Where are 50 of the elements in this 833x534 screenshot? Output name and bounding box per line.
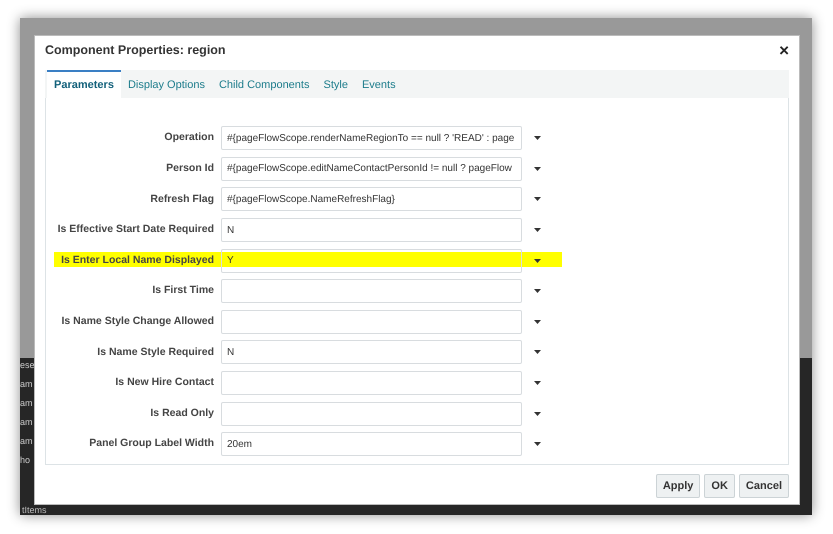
field-label: Panel Group Label Width bbox=[88, 436, 214, 452]
input-field[interactable]: #{pageFlowScope.editNameContactPersonId != null ? pageFlow bbox=[221, 156, 522, 181]
dialog-title: Component Properties: region bbox=[45, 42, 226, 59]
input-field[interactable]: #{pageFlowScope.NameRefreshFlag} bbox=[221, 187, 522, 212]
tab[interactable]: Events bbox=[354, 70, 403, 98]
background-text: am bbox=[20, 436, 34, 446]
field-label: Is Enter Local Name Displayed bbox=[60, 252, 214, 268]
close-button[interactable]: × bbox=[779, 42, 789, 58]
dropdown-caret-icon[interactable] bbox=[534, 258, 541, 263]
dialog-button[interactable]: Apply bbox=[656, 474, 700, 498]
input-field[interactable]: N bbox=[221, 218, 522, 242]
dialog-button[interactable]: Cancel bbox=[738, 474, 789, 498]
input-field[interactable] bbox=[221, 371, 522, 396]
dropdown-caret-icon[interactable] bbox=[534, 442, 541, 446]
dropdown-caret-icon[interactable] bbox=[534, 197, 541, 202]
background-text: ho bbox=[20, 455, 32, 465]
tab[interactable]: Style bbox=[316, 70, 355, 98]
input-field[interactable]: #{pageFlowScope.renderNameRegionTo == null ? 'READ' : page bbox=[221, 126, 522, 150]
dropdown-caret-icon[interactable] bbox=[534, 320, 541, 324]
input-field[interactable] bbox=[221, 310, 522, 334]
input-field[interactable]: N bbox=[221, 340, 522, 364]
field-label: Is New Hire Contact bbox=[114, 375, 214, 390]
field-label: Person Id bbox=[165, 161, 214, 176]
background-text: am bbox=[20, 398, 34, 408]
field-label: Is Name Style Required bbox=[96, 344, 214, 360]
background-text: tItems bbox=[22, 505, 47, 515]
tab[interactable]: Child Components bbox=[212, 70, 316, 98]
background-text: ese bbox=[20, 360, 34, 370]
dropdown-caret-icon[interactable] bbox=[534, 350, 541, 354]
dropdown-caret-icon[interactable] bbox=[534, 166, 541, 171]
field-label: Is Effective Start Date Required bbox=[56, 222, 214, 238]
input-field[interactable]: 20em bbox=[221, 432, 522, 456]
tab[interactable]: Display Options bbox=[120, 70, 212, 98]
input-field[interactable] bbox=[221, 279, 522, 304]
dropdown-caret-icon[interactable] bbox=[534, 381, 541, 386]
field-label: Is Name Style Change Allowed bbox=[60, 314, 214, 329]
dropdown-caret-icon[interactable] bbox=[534, 136, 541, 140]
dropdown-caret-icon[interactable] bbox=[534, 228, 541, 232]
dropdown-caret-icon[interactable] bbox=[534, 412, 541, 416]
dialog-button[interactable]: OK bbox=[704, 474, 735, 498]
field-label: Refresh Flag bbox=[149, 192, 214, 207]
input-field[interactable]: Y bbox=[221, 248, 522, 273]
input-field[interactable] bbox=[221, 402, 522, 426]
field-label: Is Read Only bbox=[149, 406, 214, 421]
field-label: Is First Time bbox=[151, 283, 214, 298]
field-label: Operation bbox=[163, 130, 214, 146]
dropdown-caret-icon[interactable] bbox=[534, 289, 541, 294]
tab[interactable]: Parameters bbox=[47, 70, 121, 98]
background-text: am bbox=[20, 379, 34, 389]
background-text: am bbox=[20, 417, 34, 427]
